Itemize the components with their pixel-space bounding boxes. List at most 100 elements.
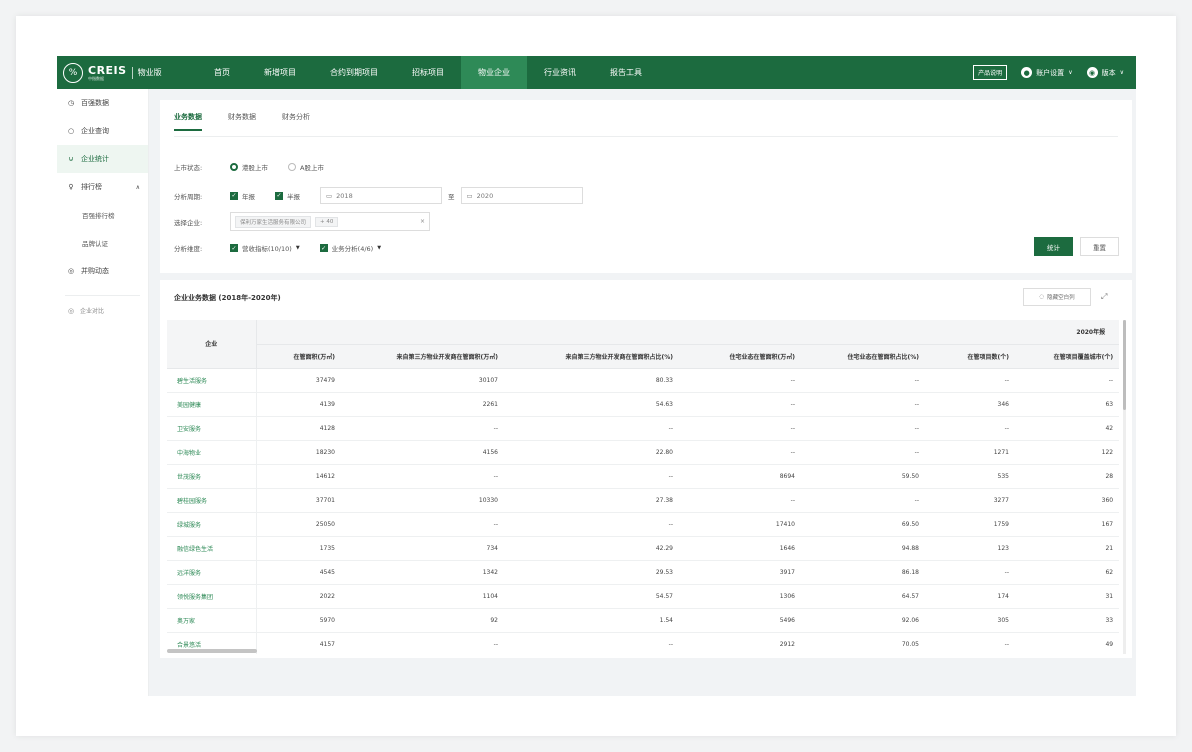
column-header[interactable]: 来自第三方物业开发商在管面积占比(%) — [504, 344, 679, 369]
tab[interactable]: 财务数据 — [228, 112, 256, 131]
table-cell: 28 — [1015, 464, 1120, 489]
table-cell: 54.57 — [504, 584, 679, 609]
product-info-button[interactable]: 产品说明 — [973, 65, 1008, 80]
sidebar-item[interactable]: ○ 企业查询 — [57, 117, 148, 145]
radio-hk-listed[interactable]: 港股上市 — [230, 162, 268, 172]
sidebar-item[interactable]: ⊍ 企业统计 — [57, 145, 148, 173]
sidebar-item-mergers[interactable]: ◎ 并购动态 — [57, 257, 148, 285]
sidebar-item-label: 排行榜 — [81, 183, 102, 191]
table-cell: 167 — [1015, 512, 1120, 537]
table-row: 世茂服务 14612 -- -- 8694 59.50 535 28 — [167, 464, 1120, 489]
checkbox-checked-icon: ✓ — [230, 244, 238, 252]
company-link[interactable]: 远洋服务 — [167, 560, 257, 585]
company-link[interactable]: 融信绿色生活 — [167, 536, 257, 561]
column-header-company[interactable]: 企业 — [167, 320, 257, 369]
checkbox-annual[interactable]: ✓ 年报 — [230, 191, 255, 201]
filter-panel: 业务数据 财务数据 财务分析 上市状态: 港股上市 A股上市 分析周期: ✓ 年报 … — [160, 100, 1132, 273]
metric-select-b[interactable]: ✓ 业务分析(4/6) ▼ — [319, 243, 381, 253]
hide-empty-columns-button[interactable]: ◌ 隐藏空白列 — [1023, 288, 1091, 306]
table-cell: 1342 — [341, 560, 504, 585]
account-menu[interactable]: ● 账户设置 ∨ — [1021, 67, 1073, 78]
sidebar-item[interactable]: ♀ 排行榜 ∧ — [57, 173, 148, 201]
scrollbar-thumb[interactable] — [1123, 320, 1126, 410]
horizontal-scrollbar[interactable] — [167, 649, 257, 653]
sidebar-subitem[interactable]: 品牌认证 — [57, 229, 148, 257]
company-link[interactable]: 世茂服务 — [167, 464, 257, 489]
column-header[interactable]: 来自第三方物业开发商在管面积(万㎡) — [341, 344, 504, 369]
account-label: 账户设置 — [1036, 68, 1065, 77]
nav-item[interactable]: 物业企业 — [461, 56, 527, 89]
table-cell: 2261 — [341, 392, 504, 417]
table-cell: 1646 — [679, 536, 801, 561]
company-link[interactable]: 碧生活服务 — [167, 368, 257, 393]
reset-button[interactable]: 重置 — [1080, 237, 1119, 256]
nav-item[interactable]: 行业资讯 — [527, 56, 593, 89]
eye-off-icon: ◌ — [1039, 294, 1045, 300]
column-header[interactable]: 住宅业态在管面积占比(%) — [801, 344, 925, 369]
sidebar-item-compare[interactable]: ◎ 企业对比 — [57, 306, 148, 316]
caret-down-icon: ▼ — [295, 245, 300, 251]
nav-item[interactable]: 新增项目 — [247, 56, 313, 89]
sidebar-subitem[interactable]: 百强排行榜 — [57, 201, 148, 229]
table-cell: -- — [925, 368, 1015, 393]
table-cell: 10330 — [341, 488, 504, 513]
table-cell: 1.54 — [504, 608, 679, 633]
expand-icon[interactable]: ⤢ — [1101, 292, 1107, 302]
table-cell: 86.18 — [801, 560, 925, 585]
company-link[interactable]: 领悦服务集团 — [167, 584, 257, 609]
nav-item[interactable]: 报告工具 — [593, 56, 659, 89]
checkbox-semiannual[interactable]: ✓ 半报 — [275, 191, 300, 201]
vertical-scrollbar[interactable] — [1123, 320, 1126, 654]
table-cell: 1759 — [925, 512, 1015, 537]
tab[interactable]: 业务数据 — [174, 112, 202, 131]
table-cell: 64.57 — [801, 584, 925, 609]
company-link[interactable]: 奥万家 — [167, 608, 257, 633]
tab[interactable]: 财务分析 — [282, 112, 310, 131]
logo-divider — [131, 66, 133, 79]
table-title: 企业业务数据 (2018年-2020年) — [174, 294, 281, 302]
date-from-input[interactable]: ▭ 2018 — [320, 187, 442, 204]
table-cell: 17410 — [679, 512, 801, 537]
table-cell: -- — [679, 392, 801, 417]
table-cell: 3917 — [679, 560, 801, 585]
column-header[interactable]: 在管项目覆盖城市(个) — [1015, 344, 1120, 369]
checkbox-checked-icon: ✓ — [275, 191, 283, 200]
company-link[interactable]: 绿城服务 — [167, 512, 257, 537]
table-cell: -- — [925, 416, 1015, 441]
column-header[interactable]: 住宅业态在管面积(万㎡) — [679, 344, 801, 369]
date-to-input[interactable]: ▭ 2020 — [460, 187, 583, 204]
clear-icon[interactable]: × — [420, 218, 425, 225]
table-row: 碧桂园服务 37701 10330 27.38 -- -- 3277 360 — [167, 488, 1120, 513]
company-tag: 保利万家生活服务有限公司 — [235, 215, 312, 228]
sidebar-item[interactable]: ◷ 百强数据 — [57, 89, 148, 117]
version-menu[interactable]: ◉ 版本 ∨ — [1086, 67, 1124, 78]
radio-icon — [288, 163, 296, 171]
year-group-header: 2020年报 — [256, 320, 1120, 345]
table-cell: -- — [504, 464, 679, 489]
nav-item[interactable]: 首页 — [197, 56, 247, 89]
company-link[interactable]: 美园健康 — [167, 392, 257, 417]
table-cell: 25050 — [256, 512, 341, 537]
table-cell: 92 — [341, 608, 504, 633]
checkbox-checked-icon: ✓ — [230, 191, 238, 200]
logo[interactable]: % CREIS 中指数据 物业版 — [57, 62, 197, 83]
table-cell: -- — [679, 488, 801, 513]
table-row: 碧生活服务 37479 30107 80.33 -- -- -- -- — [167, 368, 1120, 393]
table-cell: -- — [801, 488, 925, 513]
column-header[interactable]: 在管面积(万㎡) — [256, 344, 341, 369]
nav-item[interactable]: 合约到期项目 — [313, 56, 395, 89]
table-cell: 22.80 — [504, 440, 679, 465]
company-link[interactable]: 卫安服务 — [167, 416, 257, 441]
metric-select-a[interactable]: ✓ 营收指标(10/10) ▼ — [230, 243, 300, 253]
table-cell: 1735 — [256, 536, 341, 561]
company-link[interactable]: 中海物业 — [167, 440, 257, 465]
table-cell: 54.63 — [504, 392, 679, 417]
column-header[interactable]: 在管项目数(个) — [925, 344, 1015, 369]
submit-button[interactable]: 统计 — [1034, 237, 1073, 256]
company-link[interactable]: 碧桂园服务 — [167, 488, 257, 513]
chevron-down-icon: ∨ — [1068, 69, 1073, 76]
radio-a-listed[interactable]: A股上市 — [288, 162, 324, 172]
chevron-up-icon: ∧ — [135, 183, 140, 191]
nav-item[interactable]: 招标项目 — [395, 56, 461, 89]
company-select[interactable]: 保利万家生活服务有限公司 + 40 × — [230, 212, 430, 231]
